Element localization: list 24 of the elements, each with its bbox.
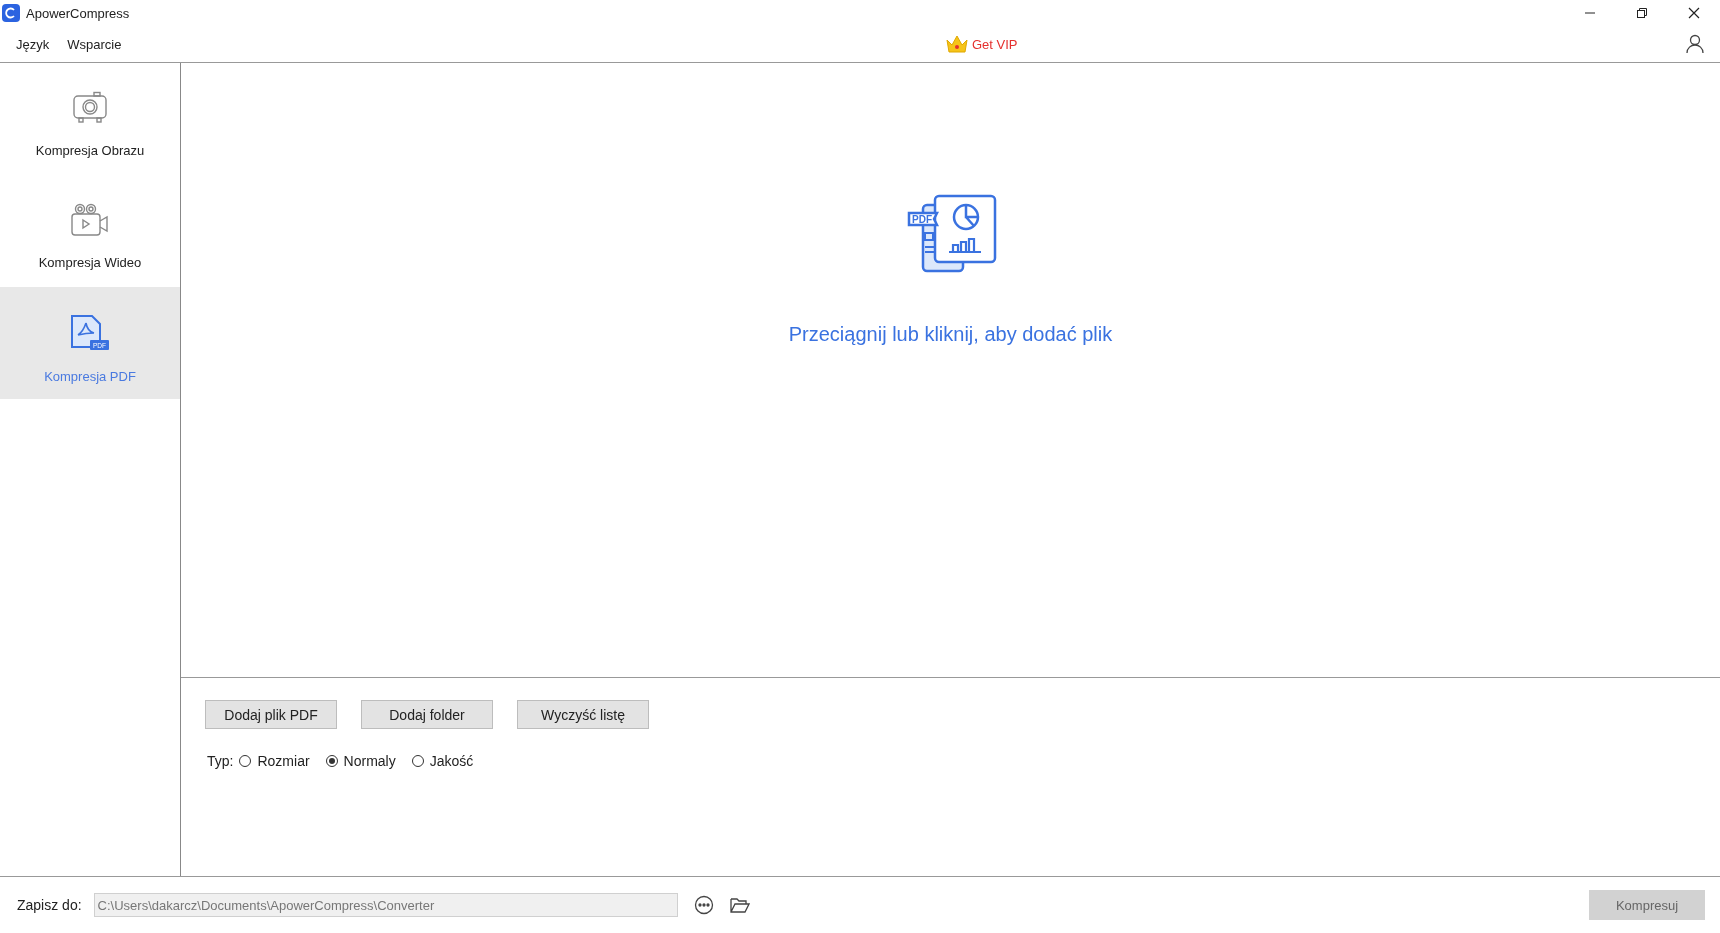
radio-label[interactable]: Rozmiar	[257, 753, 310, 769]
crown-icon	[945, 34, 969, 54]
radio-label[interactable]: Normaly	[343, 753, 396, 769]
type-label: Typ:	[207, 753, 234, 769]
save-to-label: Zapisz do:	[17, 897, 82, 913]
action-button[interactable]: Dodaj plik PDF	[205, 700, 337, 729]
action-button[interactable]: Wyczyść listę	[517, 700, 649, 729]
get-vip-link[interactable]: Get VIP	[945, 34, 1018, 54]
output-path-field[interactable]: C:\Users\dakarcz\Documents\ApowerCompress\Converter	[93, 893, 678, 917]
action-button[interactable]: Dodaj folder	[361, 700, 493, 729]
restore-icon[interactable]	[1636, 7, 1648, 19]
video-camera-icon	[70, 202, 110, 237]
camera-icon	[72, 90, 108, 125]
radio-label[interactable]: Jakość	[429, 753, 474, 769]
close-icon[interactable]	[1688, 7, 1700, 19]
folder-icon[interactable]	[729, 896, 750, 914]
sidebar-item[interactable]: Kompresja Wideo	[0, 175, 180, 287]
drop-hint[interactable]: Przeciągnij lub kliknij, aby dodać plik	[788, 323, 1113, 346]
sidebar-item[interactable]: Kompresja Obrazu	[0, 63, 180, 175]
user-icon[interactable]	[1686, 34, 1704, 54]
menu-item[interactable]: Język	[16, 36, 50, 52]
window-title: ApowerCompress	[26, 5, 130, 21]
more-icon[interactable]	[693, 895, 714, 915]
menu-item[interactable]: Wsparcie	[67, 36, 122, 52]
